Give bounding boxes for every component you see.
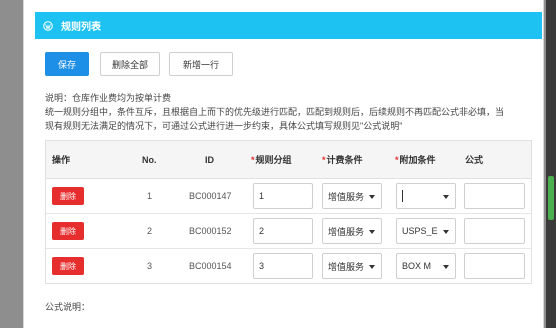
scrollbar-thumb[interactable] [548, 176, 554, 220]
formula-input[interactable] [464, 183, 525, 209]
table-row: 删除 3 BC000154 3 增值服务 BOX M [46, 248, 531, 283]
table-header: 操作 No. ID * 规则分组 * 计费条件 * 附加条件 公式 [46, 141, 531, 179]
extra-condition-select[interactable]: BOX M [396, 253, 456, 279]
row-id: BC000147 [189, 190, 232, 201]
delete-all-button[interactable]: 删除全部 [100, 52, 160, 76]
chevron-down-icon [443, 265, 449, 269]
description-line-2: 统一规则分组中，条件互斥，且根据自上而下的优先级进行匹配，匹配到规则后，后续规则… [45, 107, 505, 117]
row-id: BC000152 [189, 225, 232, 236]
formula-help-label: 公式说明： [45, 302, 91, 312]
row-no: 1 [147, 190, 153, 201]
billing-condition-select[interactable]: 增值服务 [322, 183, 382, 209]
row-id: BC000154 [189, 260, 232, 271]
formula-input[interactable] [464, 253, 525, 279]
formula-input[interactable] [464, 218, 525, 244]
header-billing-condition: * 计费条件 [322, 141, 363, 178]
billing-condition-value: 增值服务 [328, 261, 365, 272]
table-row: 删除 2 BC000152 2 增值服务 USPS_E [46, 213, 531, 249]
window-scrollbar[interactable] [546, 0, 556, 328]
billing-condition-value: 增值服务 [328, 191, 365, 202]
rules-list-title: 规则列表 [61, 22, 101, 33]
save-button[interactable]: 保存 [45, 52, 89, 76]
header-rule-group-label: 规则分组 [255, 155, 292, 165]
description-line-3: 现有规则无法满足的情况下，可通过公式进行进一步约束，具体公式填写规则见"公式说明… [45, 121, 403, 131]
wordpress-icon [43, 20, 53, 31]
header-rule-group: * 规则分组 [251, 141, 292, 178]
header-no: No. [142, 154, 157, 165]
billing-condition-select[interactable]: 增值服务 [322, 253, 382, 279]
delete-row-button[interactable]: 删除 [52, 187, 84, 205]
billing-condition-select[interactable]: 增值服务 [322, 218, 382, 244]
rule-group-input[interactable]: 1 [253, 183, 313, 209]
add-row-button[interactable]: 新增一行 [169, 52, 233, 76]
rules-table: 操作 No. ID * 规则分组 * 计费条件 * 附加条件 公式 删除 1 B… [45, 140, 532, 284]
extra-condition-select[interactable] [396, 183, 456, 209]
delete-row-button[interactable]: 删除 [52, 222, 84, 240]
header-operation: 操作 [52, 155, 71, 165]
header-billing-condition-label: 计费条件 [326, 155, 363, 165]
header-extra-condition-label: 附加条件 [399, 155, 436, 165]
required-mark: * [395, 154, 399, 165]
rule-group-input[interactable]: 2 [253, 218, 313, 244]
chevron-down-icon [369, 195, 375, 199]
required-mark: * [322, 154, 326, 165]
delete-row-button[interactable]: 删除 [52, 257, 84, 275]
row-no: 3 [147, 260, 153, 271]
chevron-down-icon [443, 230, 449, 234]
required-mark: * [251, 154, 255, 165]
header-id: ID [205, 154, 214, 165]
row-no: 2 [147, 225, 153, 236]
header-formula: 公式 [465, 155, 484, 165]
extra-condition-value: USPS_E [402, 226, 438, 236]
rules-list-header: 规则列表 [35, 12, 542, 39]
chevron-down-icon [443, 195, 449, 199]
billing-condition-value: 增值服务 [328, 226, 365, 237]
rule-group-input[interactable]: 3 [253, 253, 313, 279]
chevron-down-icon [369, 230, 375, 234]
table-row: 删除 1 BC000147 1 增值服务 [46, 178, 531, 214]
extra-condition-select[interactable]: USPS_E [396, 218, 456, 244]
header-extra-condition: * 附加条件 [395, 141, 436, 178]
description-line-1: 说明：仓库作业费均为按单计费 [45, 93, 172, 103]
chevron-down-icon [369, 265, 375, 269]
extra-condition-value: BOX M [402, 261, 432, 271]
text-cursor [402, 190, 403, 202]
